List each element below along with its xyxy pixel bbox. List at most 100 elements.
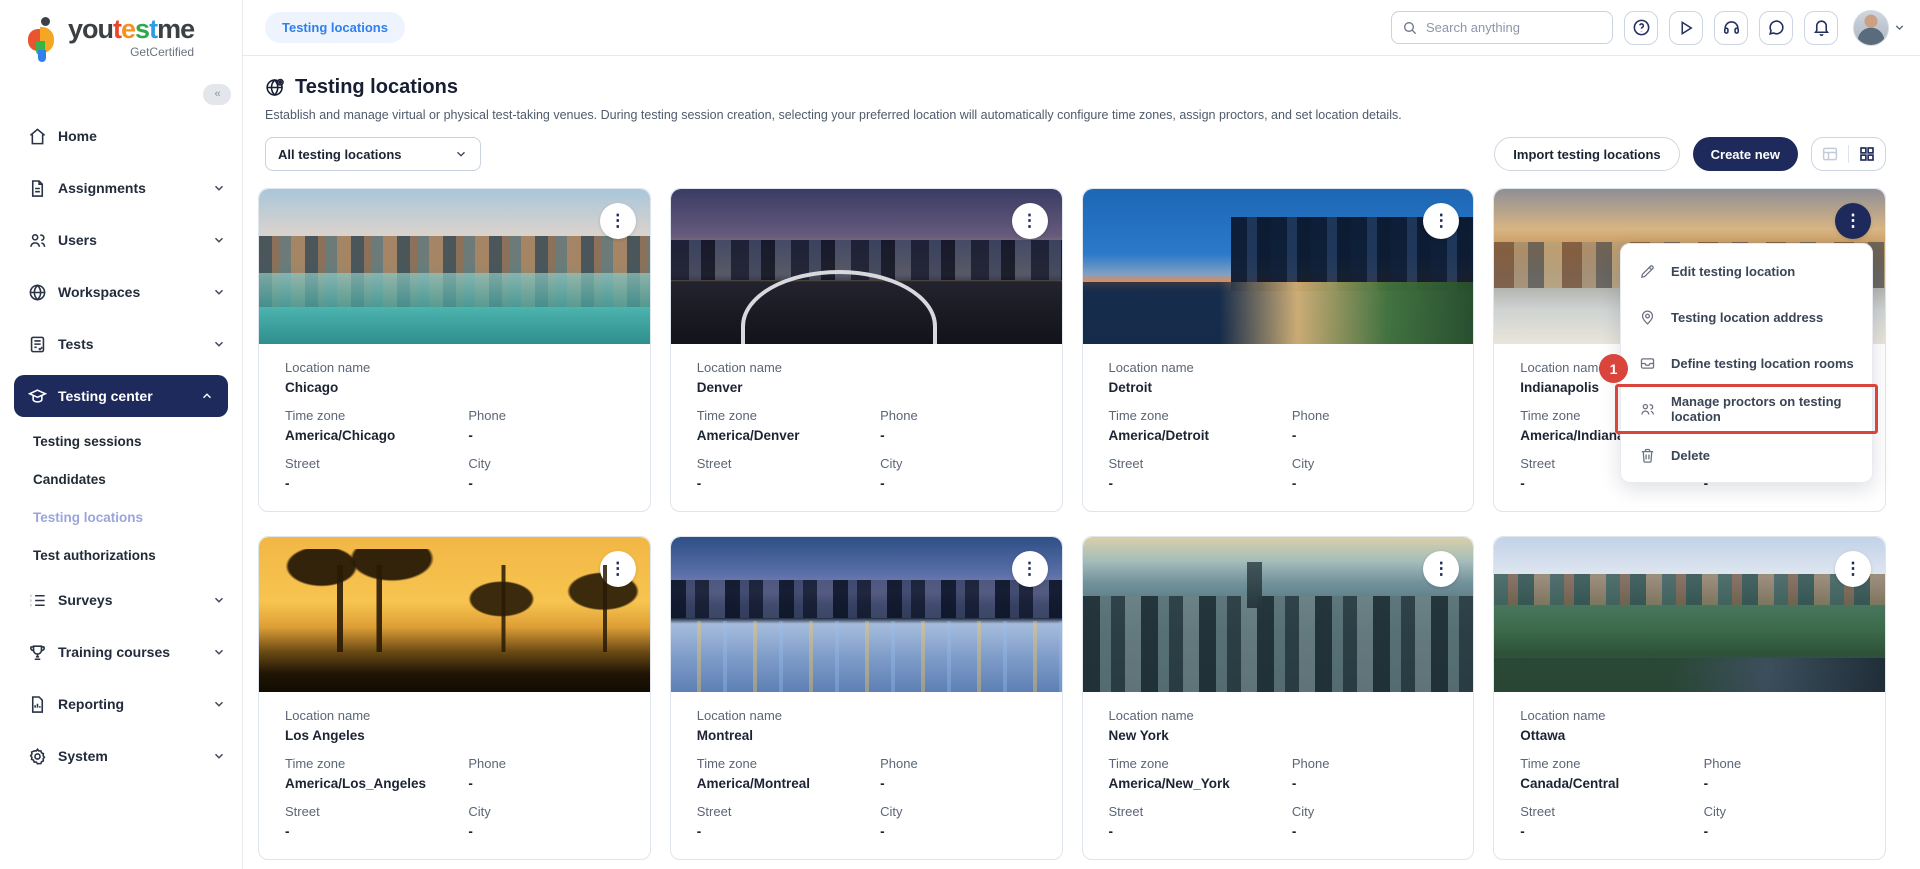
card-menu-button[interactable]: ⋮: [1835, 551, 1871, 587]
search-icon: [1402, 20, 1418, 36]
sidebar-subitem-testing-sessions[interactable]: Testing sessions: [0, 422, 242, 460]
field-label: Location name: [1109, 708, 1448, 723]
sidebar-item-tests[interactable]: Tests: [0, 318, 242, 370]
card-menu-button[interactable]: ⋮: [1012, 551, 1048, 587]
field-label: Location name: [697, 708, 1036, 723]
workspaces-icon: [28, 282, 48, 302]
street-value: -: [285, 476, 468, 491]
location-card-ottawa: ⋮ Location nameOttawa Time zoneCanada/Ce…: [1493, 536, 1886, 860]
field-label: Location name: [285, 360, 624, 375]
field-label: Time zone: [1109, 408, 1292, 423]
field-label: Street: [285, 804, 468, 819]
app-window: youtestme GetCertified « Home Assignment…: [0, 0, 1920, 869]
sidebar-item-label: Home: [58, 128, 226, 144]
time-zone-value: America/Chicago: [285, 428, 468, 443]
sidebar-item-workspaces[interactable]: Workspaces: [0, 266, 242, 318]
messages-button[interactable]: [1759, 11, 1793, 45]
sidebar-subitem-test-authorizations[interactable]: Test authorizations: [0, 536, 242, 574]
field-label: City: [1704, 804, 1859, 819]
card-menu-button[interactable]: ⋮: [1012, 203, 1048, 239]
chevron-down-icon: [212, 749, 226, 763]
field-label: Phone: [1292, 756, 1447, 771]
sidebar-collapse-button[interactable]: «: [203, 84, 231, 105]
home-icon: [28, 126, 48, 146]
location-card-los-angeles: ⋮ Location nameLos Angeles Time zoneAmer…: [258, 536, 651, 860]
card-menu-button[interactable]: ⋮: [600, 551, 636, 587]
location-image-ottawa: ⋮: [1494, 537, 1885, 692]
users-icon: [28, 230, 48, 250]
sidebar-subitem-testing-locations[interactable]: Testing locations: [0, 498, 242, 536]
bell-icon: [1812, 18, 1831, 37]
card-menu-button-open[interactable]: ⋮: [1835, 203, 1871, 239]
card-menu-button[interactable]: ⋮: [600, 203, 636, 239]
location-name-value: Denver: [697, 380, 1036, 395]
card-menu-button[interactable]: ⋮: [1423, 203, 1459, 239]
rooms-tray-icon: [1639, 355, 1657, 372]
user-avatar: [1853, 10, 1889, 46]
support-button[interactable]: [1714, 11, 1748, 45]
table-view-icon[interactable]: [1821, 145, 1839, 163]
chevron-down-icon: [212, 285, 226, 299]
field-label: Location name: [1109, 360, 1448, 375]
page-description: Establish and manage virtual or physical…: [265, 108, 1886, 122]
location-image-denver: ⋮: [671, 189, 1062, 344]
trash-icon: [1639, 447, 1657, 464]
field-label: City: [880, 456, 1035, 471]
filter-selected-value: All testing locations: [278, 147, 402, 162]
menu-item-manage-proctors[interactable]: Manage proctors on testing location: [1621, 386, 1872, 432]
field-label: Street: [1520, 804, 1703, 819]
time-zone-value: America/Montreal: [697, 776, 880, 791]
sidebar-item-reporting[interactable]: Reporting: [0, 678, 242, 730]
location-name-value: Montreal: [697, 728, 1036, 743]
menu-item-delete[interactable]: Delete: [1621, 432, 1872, 478]
phone-value: -: [468, 776, 623, 791]
chevron-down-icon: [454, 147, 468, 161]
menu-item-label: Testing location address: [1671, 310, 1823, 325]
field-label: Phone: [468, 756, 623, 771]
grid-view-icon[interactable]: [1858, 145, 1876, 163]
breadcrumb[interactable]: Testing locations: [265, 12, 405, 43]
sidebar-subitem-candidates[interactable]: Candidates: [0, 460, 242, 498]
chevron-down-icon: [212, 233, 226, 247]
help-button[interactable]: [1624, 11, 1658, 45]
import-testing-locations-button[interactable]: Import testing locations: [1494, 137, 1679, 171]
field-label: Time zone: [285, 756, 468, 771]
time-zone-value: Canada/Central: [1520, 776, 1703, 791]
menu-item-testing-location-address[interactable]: Testing location address: [1621, 294, 1872, 340]
menu-item-define-testing-location-rooms[interactable]: Define testing location rooms: [1621, 340, 1872, 386]
sidebar-item-users[interactable]: Users: [0, 214, 242, 266]
sidebar-item-testing-center[interactable]: Testing center: [14, 375, 228, 417]
create-new-button[interactable]: Create new: [1693, 137, 1798, 171]
search-input[interactable]: [1426, 20, 1602, 35]
sidebar-item-label: Training courses: [58, 644, 212, 660]
sidebar-item-surveys[interactable]: Surveys: [0, 574, 242, 626]
sidebar-item-training-courses[interactable]: Training courses: [0, 626, 242, 678]
assignments-icon: [28, 178, 48, 198]
search-box[interactable]: [1391, 11, 1613, 44]
street-value: -: [285, 824, 468, 839]
card-menu-button[interactable]: ⋮: [1423, 551, 1459, 587]
field-label: City: [1292, 804, 1447, 819]
notifications-button[interactable]: [1804, 11, 1838, 45]
user-menu[interactable]: [1853, 10, 1906, 46]
sidebar-item-label: System: [58, 748, 212, 764]
view-toggle: [1811, 137, 1886, 171]
field-label: Phone: [880, 408, 1035, 423]
sidebar-item-system[interactable]: System: [0, 730, 242, 782]
menu-item-edit-testing-location[interactable]: Edit testing location: [1621, 248, 1872, 294]
location-filter-select[interactable]: All testing locations: [265, 137, 481, 171]
card-context-menu: Edit testing location Testing location a…: [1620, 243, 1873, 483]
proctors-users-icon: [1639, 401, 1657, 418]
sidebar-item-label: Assignments: [58, 180, 212, 196]
menu-item-label: Delete: [1671, 448, 1710, 463]
sidebar-item-assignments[interactable]: Assignments: [0, 162, 242, 214]
time-zone-value: America/New_York: [1109, 776, 1292, 791]
field-label: Phone: [1704, 756, 1859, 771]
sidebar-item-home[interactable]: Home: [0, 110, 242, 162]
street-value: -: [697, 476, 880, 491]
time-zone-value: America/Los_Angeles: [285, 776, 468, 791]
tutorial-play-button[interactable]: [1669, 11, 1703, 45]
field-label: Time zone: [1109, 756, 1292, 771]
globe-pin-icon: [265, 77, 286, 98]
location-name-value: Chicago: [285, 380, 624, 395]
